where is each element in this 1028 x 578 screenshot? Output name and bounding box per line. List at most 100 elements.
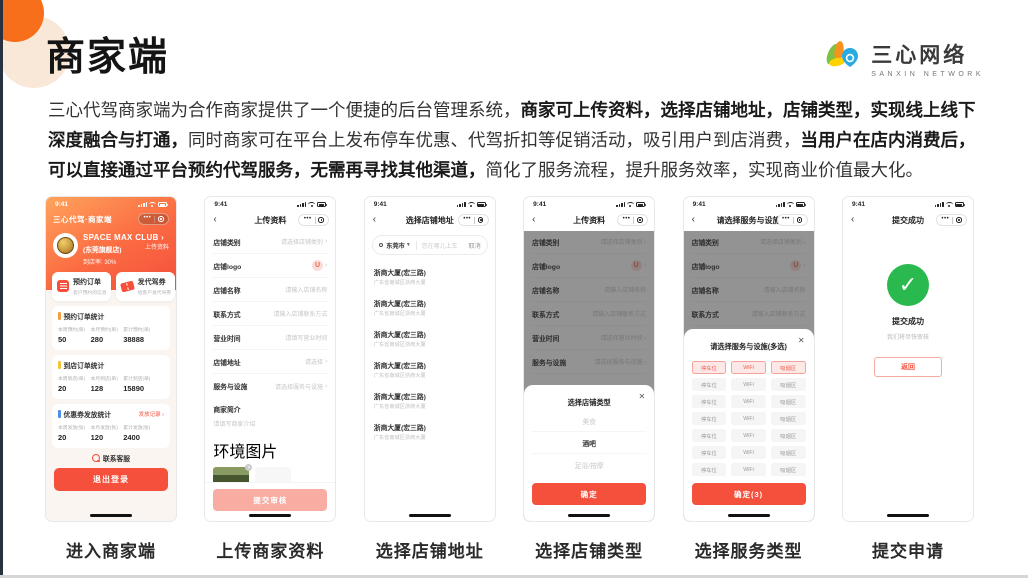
- send-coupon-card[interactable]: 发代驾券 给客户发代驾券: [116, 272, 176, 301]
- address-list-item[interactable]: 浙商大厦(宏三路)广东省南城区浙商大厦: [374, 292, 486, 323]
- chip-wifi[interactable]: WiFi: [731, 378, 766, 391]
- form-row-logo[interactable]: 店铺logoU›: [213, 254, 327, 278]
- address-list-item[interactable]: 浙商大厦(宏三路)广东省南城区浙商大厦: [374, 385, 486, 416]
- confirm-button[interactable]: 确定: [532, 483, 646, 505]
- back-icon[interactable]: ‹: [532, 215, 535, 225]
- chip-smoking[interactable]: 吸烟区: [771, 378, 806, 391]
- back-icon[interactable]: ‹: [373, 215, 376, 225]
- option-bar[interactable]: 酒吧: [532, 432, 646, 454]
- option-food[interactable]: 美食: [532, 410, 646, 432]
- option-footbath[interactable]: 足浴/按摩: [532, 454, 646, 476]
- search-input[interactable]: 您在哪儿上车: [422, 241, 458, 250]
- intro-seg5: 简化了服务流程，提升服务效率，实现商业价值最大化。: [486, 160, 924, 180]
- app-title: 三心代驾·商家端: [53, 214, 112, 225]
- phone-mockup-merchant-home: 9:41 三心代驾·商家端 ••• SPACE MAX CLUB › (东: [45, 196, 177, 522]
- phone-mockup-upload-form: 9:41 ‹ 上传资料 ••• 店铺类别请选择店铺类别› 店铺logoU› 店铺…: [204, 196, 336, 522]
- ticket-icon: [120, 280, 135, 292]
- wechat-capsule[interactable]: •••: [936, 214, 967, 226]
- submit-review-button[interactable]: 提交审核: [213, 489, 327, 511]
- chip-parking[interactable]: 停车位: [692, 378, 727, 391]
- sheet-title: 请选择服务与设施(多选): [710, 342, 787, 351]
- chip-smoking[interactable]: 吸烟区: [771, 463, 806, 476]
- back-icon[interactable]: ‹: [692, 215, 695, 225]
- wechat-capsule[interactable]: •••: [298, 214, 329, 226]
- more-icon[interactable]: •••: [143, 215, 151, 221]
- close-icon[interactable]: ✕: [798, 336, 805, 345]
- chip-smoking-selected[interactable]: 吸烟区: [771, 361, 806, 374]
- coupon-record-link[interactable]: 发放记录 ›: [139, 410, 164, 418]
- store-type-sheet: 选择店铺类型 ✕ 美食 酒吧 足浴/按摩 确定: [524, 385, 654, 521]
- city-selector[interactable]: 东莞市: [386, 241, 405, 250]
- minimize-icon[interactable]: [158, 216, 164, 222]
- logo-name: 三心网络: [871, 39, 984, 69]
- chip-wifi[interactable]: WiFi: [731, 412, 766, 425]
- status-bar: 9:41: [684, 197, 814, 210]
- chip-parking[interactable]: 停车位: [692, 463, 727, 476]
- return-button[interactable]: 返回: [874, 357, 942, 377]
- remove-photo-icon[interactable]: ✕: [245, 464, 252, 471]
- chip-parking[interactable]: 停车位: [692, 429, 727, 442]
- store-card[interactable]: SPACE MAX CLUB › (东莞旗舰店) 到店率: 30% 上传资料: [46, 225, 176, 266]
- chip-parking[interactable]: 停车位: [692, 446, 727, 459]
- slide-left-edge: [0, 0, 3, 578]
- wechat-capsule[interactable]: •••: [777, 214, 808, 226]
- chip-wifi-selected[interactable]: WiFi: [731, 361, 766, 374]
- back-icon[interactable]: ‹: [851, 215, 854, 225]
- wechat-capsule[interactable]: •••: [138, 213, 169, 225]
- back-icon[interactable]: ‹: [213, 215, 216, 225]
- form-row-hours[interactable]: 营业时间请填写营业时间: [213, 326, 327, 350]
- address-search-bar[interactable]: 东莞市 ▼ 您在哪儿上车 取消: [372, 235, 488, 255]
- chip-wifi[interactable]: WiFi: [731, 429, 766, 442]
- step-caption-5: 选择服务类型: [683, 537, 815, 562]
- cancel-button[interactable]: 取消: [468, 241, 480, 250]
- upload-info-link[interactable]: 上传资料: [145, 242, 169, 251]
- chip-parking-selected[interactable]: 停车位: [692, 361, 727, 374]
- stat-title: 到店订单统计: [64, 360, 105, 370]
- services-sheet: 请选择服务与设施(多选) ✕ 停车位 WiFi 吸烟区 停车位 WiFi 吸烟区…: [684, 329, 814, 521]
- form-row-category[interactable]: 店铺类别请选择店铺类别›: [213, 230, 327, 254]
- store-logo-icon: U: [312, 260, 323, 271]
- wechat-capsule[interactable]: •••: [458, 214, 489, 226]
- section-bar: [58, 410, 61, 418]
- wifi-icon: [149, 202, 156, 207]
- step-caption-2: 上传商家资料: [204, 537, 336, 562]
- nav-title: 提交成功: [892, 215, 924, 226]
- form-row-name[interactable]: 店铺名称请输入店铺名称: [213, 278, 327, 302]
- confirm-button[interactable]: 确定(3): [692, 483, 806, 505]
- page-title: 商家端: [46, 26, 169, 82]
- chip-smoking[interactable]: 吸烟区: [771, 429, 806, 442]
- form-row-facilities[interactable]: 服务与设施请选择服务与设施›: [213, 374, 327, 398]
- chip-wifi[interactable]: WiFi: [731, 446, 766, 459]
- chip-smoking[interactable]: 吸烟区: [771, 395, 806, 408]
- chip-parking[interactable]: 停车位: [692, 395, 727, 408]
- store-name: SPACE MAX CLUB: [83, 233, 159, 242]
- logout-button[interactable]: 退出登录: [54, 468, 168, 491]
- form-row-contact[interactable]: 联系方式请输入店铺联系方式: [213, 302, 327, 326]
- card-title: 发代驾券: [138, 277, 172, 287]
- section-bar: [58, 312, 61, 320]
- form-row-address[interactable]: 店铺地址请选择›: [213, 350, 327, 374]
- chip-parking[interactable]: 停车位: [692, 412, 727, 425]
- close-icon[interactable]: ✕: [638, 392, 645, 401]
- chip-wifi[interactable]: WiFi: [731, 463, 766, 476]
- address-list-item[interactable]: 浙商大厦(宏三路)广东省南城区浙商大厦: [374, 323, 486, 354]
- address-list-item[interactable]: 浙商大厦(宏三路)广东省南城区浙商大厦: [374, 354, 486, 385]
- result-title: 提交成功: [843, 316, 973, 327]
- wechat-capsule[interactable]: •••: [617, 214, 648, 226]
- status-bar: 9:41: [46, 197, 176, 210]
- chip-wifi[interactable]: WiFi: [731, 395, 766, 408]
- address-list-item[interactable]: 浙商大厦(宏三路)广东省南城区浙商大厦: [374, 416, 486, 447]
- step-caption-1: 进入商家端: [45, 537, 177, 562]
- company-logo: 三心网络 SANXIN NETWORK: [823, 38, 984, 79]
- phone-mockup-address-picker: 9:41 ‹ 选择店铺地址 ••• 东莞市 ▼ 您在哪儿上车 取消 浙商大厦(宏…: [364, 196, 496, 522]
- sheet-title: 选择店铺类型: [568, 398, 611, 407]
- status-bar: 9:41: [524, 197, 654, 210]
- chip-smoking[interactable]: 吸烟区: [771, 412, 806, 425]
- nav-title: 请选择服务与设施: [717, 215, 781, 226]
- address-list-item[interactable]: 浙商大厦(宏三路)广东省南城区浙商大厦: [374, 261, 486, 292]
- nav-title: 选择店铺地址: [406, 215, 454, 226]
- reserve-order-card[interactable]: 预约订单 客户预约的信息: [52, 272, 111, 301]
- contact-service-link[interactable]: 联系客服: [46, 453, 176, 463]
- intro-textarea[interactable]: 请填写商家介绍: [213, 419, 327, 428]
- chip-smoking[interactable]: 吸烟区: [771, 446, 806, 459]
